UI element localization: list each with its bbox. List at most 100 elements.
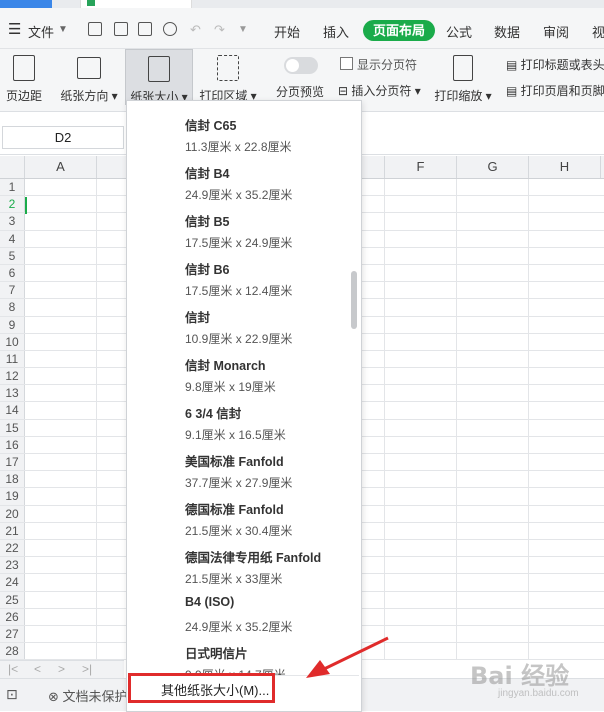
paper-size-dimensions: 37.7厘米 x 27.9厘米	[185, 476, 293, 490]
paper-size-option[interactable]: 美国标准 Fanfold 37.7厘米 x 27.9厘米	[127, 447, 349, 495]
row-header[interactable]: 18	[0, 471, 25, 488]
sheet-prev-icon[interactable]: <	[34, 662, 41, 676]
row-header[interactable]: 3	[0, 213, 25, 230]
tab-workbook[interactable]	[80, 0, 192, 8]
paper-size-name: 6 3/4 信封	[185, 407, 242, 421]
paper-size-option[interactable]: 信封 C65 11.3厘米 x 22.8厘米	[127, 111, 349, 159]
show-page-break-option[interactable]: 显示分页符	[340, 56, 417, 73]
row-header[interactable]: 4	[0, 230, 25, 247]
row-header[interactable]: 8	[0, 299, 25, 316]
print-header-footer-button[interactable]: ▤ 打印页眉和页脚	[506, 82, 604, 99]
paper-size-icon	[148, 56, 170, 82]
page-break-icon: ⊟	[338, 84, 352, 98]
insert-page-break-button[interactable]: ⊟ 插入分页符 ▾	[338, 82, 421, 99]
row-header[interactable]: 20	[0, 505, 25, 522]
tab-home[interactable]	[0, 0, 52, 8]
row-header[interactable]: 27	[0, 625, 25, 643]
page-preview-label[interactable]: 分页预览	[276, 83, 324, 100]
quick-access-chevron-icon[interactable]: ▼	[238, 24, 248, 35]
menu-page-layout[interactable]: 页面布局	[363, 20, 436, 41]
row-header[interactable]: 26	[0, 608, 25, 625]
hamburger-icon[interactable]: ☰	[8, 20, 21, 38]
row-header[interactable]: 1	[0, 179, 25, 196]
row-header[interactable]: 22	[0, 539, 25, 557]
menu-view[interactable]: 视	[592, 22, 604, 41]
macro-icon[interactable]: ⊡	[6, 686, 18, 703]
file-menu[interactable]: 文件	[28, 22, 54, 41]
sheet-last-icon[interactable]: >|	[82, 662, 92, 676]
row-header[interactable]: 28	[0, 643, 25, 660]
print-scale-label: 打印缩放	[434, 89, 483, 103]
paper-size-option[interactable]: 信封 10.9厘米 x 22.9厘米	[127, 303, 349, 351]
paper-size-option[interactable]: 信封 B5 17.5厘米 x 24.9厘米	[127, 207, 349, 255]
print-area-button[interactable]: 打印区域 ▾	[198, 49, 258, 105]
row-header[interactable]: 11	[0, 350, 25, 368]
print-titles-icon: ▤	[506, 58, 521, 72]
margins-label: 页边距	[5, 89, 42, 103]
paper-size-name: 信封 Monarch	[185, 359, 266, 373]
paper-size-name: 信封	[185, 311, 211, 325]
paper-size-option[interactable]: 信封 B6 17.5厘米 x 12.4厘米	[127, 255, 349, 303]
row-header[interactable]: 25	[0, 591, 25, 608]
margins-button[interactable]: 页边距	[2, 49, 46, 105]
row-header[interactable]: 13	[0, 385, 25, 402]
row-header[interactable]: 14	[0, 402, 25, 419]
column-header[interactable]: A	[25, 156, 97, 178]
orientation-icon	[77, 57, 101, 79]
row-header[interactable]: 10	[0, 333, 25, 350]
menu-insert[interactable]: 插入	[323, 22, 349, 41]
menu-bar: ☰ 文件 ▼ ↶ ↷ ▼ 开始 插入 页面布局 公式 数据 审阅 视	[0, 8, 604, 49]
paper-size-option[interactable]: 信封 Monarch 9.8厘米 x 19厘米	[127, 351, 349, 399]
print-scale-icon	[453, 55, 473, 81]
undo-icon[interactable]: ↶	[190, 22, 201, 38]
print-icon[interactable]	[138, 22, 152, 36]
column-header[interactable]: H	[529, 156, 601, 178]
toggle-knob	[286, 59, 299, 72]
row-header[interactable]: 12	[0, 368, 25, 385]
show-page-break-checkbox[interactable]	[340, 57, 353, 70]
row-header[interactable]: 24	[0, 574, 25, 591]
select-all-corner[interactable]	[0, 156, 25, 178]
row-header[interactable]: 7	[0, 282, 25, 299]
dropdown-scrollbar[interactable]	[351, 271, 357, 329]
paper-size-option[interactable]: 德国法律专用纸 Fanfold 21.5厘米 x 33厘米	[127, 543, 349, 591]
menu-formula[interactable]: 公式	[446, 22, 472, 41]
paper-size-button[interactable]: 纸张大小 ▾	[125, 49, 193, 105]
column-header[interactable]: F	[385, 156, 457, 178]
redo-icon[interactable]: ↷	[214, 22, 225, 38]
paper-size-dimensions: 24.9厘米 x 35.2厘米	[185, 188, 293, 202]
paper-size-option[interactable]: 信封 B4 24.9厘米 x 35.2厘米	[127, 159, 349, 207]
save-icon[interactable]	[88, 22, 102, 36]
print-titles-button[interactable]: ▤ 打印标题或表头	[506, 56, 604, 73]
print-scale-button[interactable]: 打印缩放 ▾	[432, 49, 494, 105]
column-header[interactable]: G	[457, 156, 529, 178]
margins-icon	[13, 55, 35, 81]
row-header[interactable]: 2	[0, 196, 25, 213]
protect-status[interactable]: ⊗ 文档未保护	[48, 686, 128, 705]
preview-icon[interactable]	[163, 22, 177, 36]
row-header[interactable]: 15	[0, 419, 25, 436]
orientation-button[interactable]: 纸张方向 ▾	[58, 49, 120, 105]
sheet-next-icon[interactable]: >	[58, 662, 65, 676]
page-preview-toggle[interactable]	[284, 57, 318, 74]
paper-size-option[interactable]: B4 (ISO) 24.9厘米 x 35.2厘米	[127, 591, 349, 639]
menu-start[interactable]: 开始	[274, 22, 300, 41]
row-header[interactable]: 17	[0, 454, 25, 471]
sheet-first-icon[interactable]: |<	[8, 662, 18, 676]
chevron-down-icon[interactable]: ▼	[58, 24, 68, 35]
paper-size-name: 信封 C65	[185, 119, 237, 133]
row-header[interactable]: 6	[0, 264, 25, 282]
row-header[interactable]: 19	[0, 488, 25, 505]
menu-review[interactable]: 审阅	[543, 22, 569, 41]
paper-size-option[interactable]: 6 3/4 信封 9.1厘米 x 16.5厘米	[127, 399, 349, 447]
name-box[interactable]: D2	[2, 126, 124, 149]
export-icon[interactable]	[114, 22, 128, 36]
paper-size-option[interactable]: 德国标准 Fanfold 21.5厘米 x 30.4厘米	[127, 495, 349, 543]
row-header[interactable]: 16	[0, 436, 25, 453]
row-header[interactable]: 9	[0, 316, 25, 333]
menu-data[interactable]: 数据	[494, 22, 520, 41]
row-header[interactable]: 21	[0, 522, 25, 539]
row-header[interactable]: 5	[0, 247, 25, 264]
active-cell-indicator	[25, 197, 98, 214]
row-header[interactable]: 23	[0, 557, 25, 574]
